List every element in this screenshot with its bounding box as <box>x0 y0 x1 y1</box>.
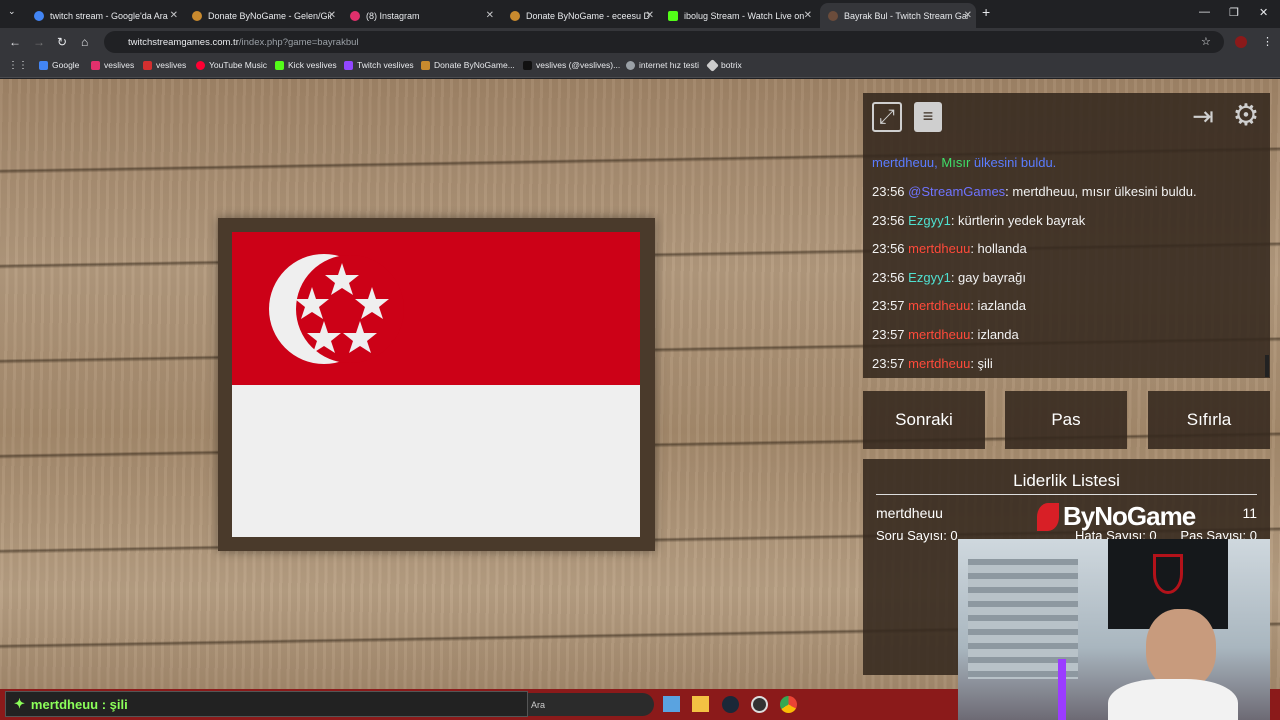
instagram-icon <box>350 10 360 21</box>
url-path: /index.php?game=bayrakbul <box>238 36 359 48</box>
bookmark-youtube-music[interactable]: YouTube Music <box>196 60 267 70</box>
instagram-icon <box>91 60 100 70</box>
maximize-icon[interactable]: ❐ <box>1229 6 1239 19</box>
sparkle-icon: ✦ <box>14 696 25 711</box>
obs-icon[interactable] <box>751 696 768 713</box>
botrix-icon <box>706 58 719 72</box>
gear-icon[interactable]: ⚙ <box>1229 100 1263 134</box>
kick-icon <box>668 10 678 21</box>
tab-2[interactable]: Donate ByNoGame - Gelen/Gid ✕ <box>184 3 340 28</box>
home-icon[interactable]: ⌂ <box>81 35 88 49</box>
new-tab-icon[interactable]: + <box>982 4 990 20</box>
bynogame-icon <box>510 10 520 21</box>
forward-icon[interactable]: → <box>33 35 45 49</box>
bynogame-logo: ByNoGame <box>1037 501 1196 532</box>
rgb-light <box>1058 659 1066 720</box>
bookmarks-bar: ⋮⋮ Google veslives veslives YouTube Musi… <box>0 56 1280 78</box>
chrome-icon[interactable] <box>780 696 797 713</box>
close-tab-icon[interactable]: ✕ <box>804 10 812 21</box>
bynogame-icon <box>192 10 202 21</box>
singapore-flag <box>232 232 640 537</box>
youtube-music-icon <box>196 60 205 70</box>
close-tab-icon[interactable]: ✕ <box>486 10 494 21</box>
bookmark-kick[interactable]: Kick veslives <box>275 60 337 70</box>
speedometer-icon <box>626 60 635 70</box>
site-icon <box>828 10 838 21</box>
tab-strip: ⌄ twitch stream - Google'da Ara ✕ Donate… <box>0 0 1280 28</box>
question-count: Soru Sayısı: 0 <box>876 528 958 543</box>
close-tab-icon[interactable]: ✕ <box>328 10 336 21</box>
bynogame-icon <box>421 60 430 70</box>
bookmark-star-icon[interactable]: ☆ <box>1201 35 1211 48</box>
logout-icon[interactable]: ⇥ <box>1187 102 1219 132</box>
close-tab-icon[interactable]: ✕ <box>964 10 972 21</box>
chat-message: 23:57 mertdheuu: izlanda <box>872 327 1019 342</box>
reset-button[interactable]: Sıfırla <box>1148 391 1270 449</box>
close-window-icon[interactable]: ✕ <box>1259 6 1268 19</box>
close-tab-icon[interactable]: ✕ <box>170 10 178 21</box>
flag-frame <box>218 218 655 551</box>
steam-icon[interactable] <box>722 696 739 713</box>
found-notice: mertdheuu, Mısır ülkesini buldu. <box>872 155 1057 170</box>
kick-icon <box>275 60 284 70</box>
webcam-overlay <box>958 539 1270 720</box>
reload-icon[interactable]: ↻ <box>57 35 67 49</box>
tab-3[interactable]: (8) Instagram ✕ <box>342 3 498 28</box>
bookmark-tiktok[interactable]: veslives (@veslives)... <box>523 60 620 70</box>
leader-score: 11 <box>1242 505 1257 521</box>
chat-scrollbar[interactable] <box>1265 355 1269 377</box>
streamer-shirt <box>1108 679 1238 720</box>
google-icon <box>39 60 48 70</box>
bookmark-botrix[interactable]: botrix <box>706 58 742 72</box>
apps-grid-icon[interactable]: ⋮⋮ <box>8 60 28 71</box>
url-host: twitchstreamgames.com.tr <box>128 36 239 48</box>
streamer-face <box>1146 609 1216 689</box>
tab-5[interactable]: ibolug Stream - Watch Live on ✕ <box>660 3 816 28</box>
bookmark-veslives[interactable]: veslives <box>143 60 186 70</box>
tab-search-icon[interactable]: ⌄ <box>8 6 16 17</box>
fullscreen-icon[interactable]: ⤢ <box>872 102 902 132</box>
google-icon <box>34 10 44 21</box>
tab-1[interactable]: twitch stream - Google'da Ara ✕ <box>26 3 182 28</box>
bookmark-twitch[interactable]: Twitch veslives <box>344 60 414 70</box>
pass-button[interactable]: Pas <box>1005 391 1127 449</box>
photos-app-icon[interactable] <box>663 696 680 712</box>
chat-message: 23:56 Ezgyy1: kürtlerin yedek bayrak <box>872 213 1086 228</box>
chat-message: 23:57 mertdheuu: şili <box>872 356 993 371</box>
heart-icon <box>143 60 152 70</box>
profile-avatar[interactable] <box>1235 36 1247 48</box>
bookmark-google[interactable]: Google <box>39 60 79 70</box>
bookmark-instagram[interactable]: veslives <box>91 60 134 70</box>
close-tab-icon[interactable]: ✕ <box>646 10 654 21</box>
folder-icon[interactable] <box>692 696 709 712</box>
tab-4[interactable]: Donate ByNoGame - eceesu De ✕ <box>502 3 658 28</box>
back-icon[interactable]: ← <box>9 35 21 49</box>
leader-name: mertdheuu <box>876 505 943 521</box>
banner-emblem <box>1153 554 1183 594</box>
chat-message: 23:56 @StreamGames: mertdheuu, mısır ülk… <box>872 184 1197 199</box>
minimize-icon[interactable]: — <box>1199 6 1210 18</box>
next-button[interactable]: Sonraki <box>863 391 985 449</box>
leaderboard-title: Liderlik Listesi <box>1013 471 1120 490</box>
address-bar[interactable]: twitchstreamgames.com.tr/index.php?game=… <box>104 31 1224 53</box>
tiktok-icon <box>523 60 532 70</box>
chat-message: 23:56 mertdheuu: hollanda <box>872 241 1027 256</box>
bookmark-bynogame[interactable]: Donate ByNoGame... <box>421 60 515 70</box>
list-icon[interactable]: ≡ <box>914 102 942 132</box>
tab-6-active[interactable]: Bayrak Bul - Twitch Stream Gam ✕ <box>820 3 976 28</box>
taskbar-search[interactable]: ⌕Ara <box>512 693 654 716</box>
stream-alert: ✦ mertdheuu : şili <box>5 691 528 717</box>
toolbar: ← → ↻ ⌂ twitchstreamgames.com.tr/index.p… <box>0 28 1280 56</box>
menu-kebab-icon[interactable]: ⋮ <box>1262 35 1273 48</box>
twitch-icon <box>344 60 353 70</box>
chat-panel: ⤢ ≡ ⇥ ⚙ mertdheuu, Mısır ülkesini buldu.… <box>863 93 1270 378</box>
bookmark-speedtest[interactable]: internet hız testi <box>626 60 699 70</box>
bynogame-icon <box>1037 502 1059 531</box>
chat-message: 23:57 mertdheuu: iazlanda <box>872 298 1026 313</box>
chat-message: 23:56 Ezgyy1: gay bayrağı <box>872 270 1026 285</box>
divider <box>876 494 1257 495</box>
